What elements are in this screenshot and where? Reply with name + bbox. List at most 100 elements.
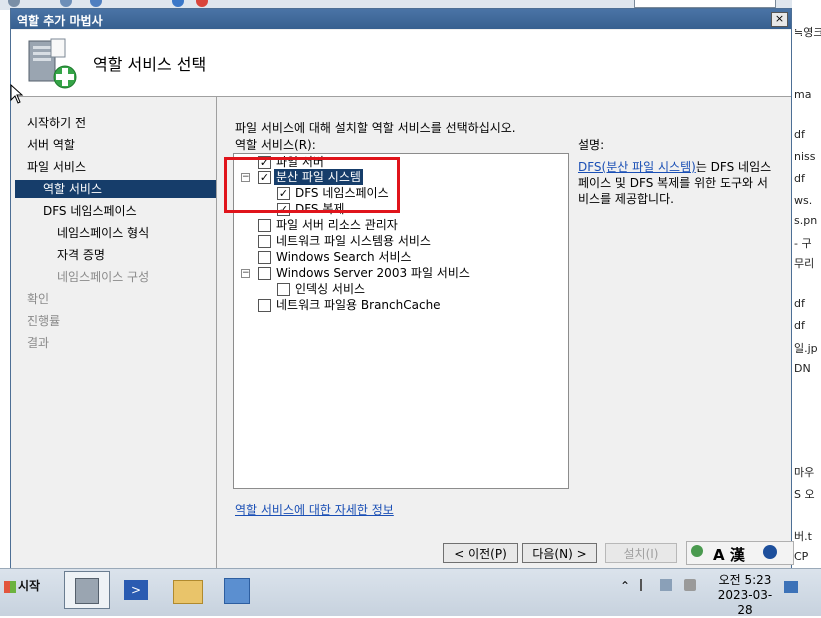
nav-step-role-services[interactable]: 역할 서비스 bbox=[15, 180, 216, 198]
page-title: 역할 서비스 선택 bbox=[93, 55, 207, 74]
service-label: 네트워크 파일 시스템용 서비스 bbox=[276, 234, 431, 248]
bg-fragment: df bbox=[794, 297, 805, 310]
clock[interactable]: 오전 5:23 2023-03-28 bbox=[716, 573, 774, 618]
bg-fragment: df bbox=[794, 319, 805, 332]
branchcache-checkbox[interactable] bbox=[258, 299, 271, 312]
windows-logo-icon bbox=[4, 580, 16, 593]
server-manager-icon bbox=[75, 578, 99, 604]
list-item-nfs[interactable]: 네트워크 파일 시스템용 서비스 bbox=[234, 233, 564, 249]
description-text: DFS(분산 파일 시스템)는 DFS 네임스페이스 및 DFS 복제를 위한 … bbox=[578, 159, 778, 207]
mouse-cursor-icon bbox=[10, 84, 24, 104]
service-label: 네트워크 파일용 BranchCache bbox=[276, 298, 441, 312]
title-bar[interactable]: 역할 추가 마법사 × bbox=[11, 9, 791, 29]
list-item-indexing-service[interactable]: 인덱싱 서비스 bbox=[234, 281, 564, 297]
background-text-box bbox=[634, 0, 776, 8]
more-info-link[interactable]: 역할 서비스에 대한 자세한 정보 bbox=[235, 501, 394, 518]
bg-fragment: ma bbox=[794, 88, 812, 101]
volume-icon[interactable] bbox=[684, 579, 696, 591]
bg-fragment: - 구 bbox=[794, 237, 812, 250]
ws2003-checkbox[interactable] bbox=[258, 267, 271, 280]
role-services-label: 역할 서비스(R): bbox=[235, 138, 316, 152]
powershell-taskbar-button[interactable]: > bbox=[114, 571, 160, 609]
bg-fragment: S 오 bbox=[794, 488, 815, 501]
next-button[interactable]: 다음(N) > bbox=[522, 543, 597, 563]
nav-step-namespace-config: 네임스페이스 구성 bbox=[57, 270, 150, 284]
instruction-text: 파일 서비스에 대해 설치할 역할 서비스를 선택하십시오. bbox=[235, 121, 516, 135]
start-label: 시작 bbox=[18, 579, 41, 593]
list-item-branchcache[interactable]: 네트워크 파일용 BranchCache bbox=[234, 297, 564, 313]
nfs-checkbox[interactable] bbox=[258, 235, 271, 248]
nav-step-credentials[interactable]: 자격 증명 bbox=[57, 246, 105, 264]
bg-fragment: ≒영크 bbox=[794, 26, 821, 39]
server-manager-taskbar-button[interactable] bbox=[64, 571, 110, 609]
nav-step-file-services[interactable]: 파일 서비스 bbox=[27, 158, 86, 176]
dfs-namespaces-checkbox[interactable] bbox=[277, 187, 290, 200]
language-bar[interactable]: A 漢 bbox=[686, 541, 794, 565]
role-services-tree[interactable]: 파일 서버 − 분산 파일 시스템 DFS 네임스페이스 DFS 복제 파일 서… bbox=[233, 153, 569, 489]
wizard-content: 파일 서비스에 대해 설치할 역할 서비스를 선택하십시오. 역할 서비스(R)… bbox=[217, 97, 791, 569]
bg-fragment: df bbox=[794, 128, 805, 141]
service-label: 파일 서버 리소스 관리자 bbox=[276, 218, 398, 232]
list-item-dfs-namespaces[interactable]: DFS 네임스페이스 bbox=[234, 185, 564, 201]
dfs-checkbox[interactable] bbox=[258, 171, 271, 184]
nav-step-dfs-namespaces[interactable]: DFS 네임스페이스 bbox=[43, 202, 137, 220]
flag-icon[interactable] bbox=[640, 579, 652, 591]
service-label: 파일 서버 bbox=[276, 155, 324, 169]
dfs-description-link[interactable]: DFS(분산 파일 시스템) bbox=[578, 160, 696, 174]
wizard-steps-nav: 시작하기 전 서버 역할 파일 서비스 역할 서비스 DFS 네임스페이스 네임… bbox=[11, 97, 217, 569]
show-hidden-icons[interactable]: ⌃ bbox=[620, 579, 630, 593]
collapse-icon[interactable]: − bbox=[241, 173, 250, 182]
clock-time: 오전 5:23 bbox=[718, 573, 772, 587]
nav-step-results: 결과 bbox=[27, 336, 50, 350]
explorer-taskbar-button[interactable] bbox=[164, 571, 210, 609]
toolbar-icon bbox=[90, 0, 102, 7]
list-item-fsrm[interactable]: 파일 서버 리소스 관리자 bbox=[234, 217, 564, 233]
bg-fragment: niss bbox=[794, 150, 816, 163]
start-button[interactable]: 시작 bbox=[4, 577, 40, 594]
window-title: 역할 추가 마법사 bbox=[17, 14, 103, 28]
network-icon[interactable] bbox=[660, 579, 672, 591]
toolbar-icon bbox=[60, 0, 72, 7]
bg-fragment: s.pn bbox=[794, 214, 818, 227]
ime-mode-text[interactable]: A 漢 bbox=[713, 544, 745, 565]
background-window: ≒영크 ma df niss df ws. s.pn - 구 무리 df df … bbox=[792, 0, 821, 615]
service-label: Windows Search 서비스 bbox=[276, 250, 412, 264]
list-item-file-server[interactable]: 파일 서버 bbox=[234, 154, 564, 170]
collapse-icon[interactable]: − bbox=[241, 269, 250, 278]
previous-button[interactable]: < 이전(P) bbox=[443, 543, 518, 563]
service-label: Windows Server 2003 파일 서비스 bbox=[276, 266, 470, 280]
nav-step-namespace-type[interactable]: 네임스페이스 형식 bbox=[57, 224, 149, 242]
list-item-windows-search[interactable]: Windows Search 서비스 bbox=[234, 249, 564, 265]
list-item-dfs[interactable]: − 분산 파일 시스템 bbox=[234, 169, 564, 185]
nav-step-server-roles[interactable]: 서버 역할 bbox=[27, 136, 75, 154]
close-button[interactable]: × bbox=[771, 12, 788, 27]
install-button: 설치(I) bbox=[605, 543, 677, 563]
toolbar-icon bbox=[196, 0, 208, 7]
toolbar-icon bbox=[172, 0, 184, 7]
help-icon[interactable] bbox=[763, 545, 777, 559]
description-label: 설명: bbox=[578, 138, 605, 152]
list-item-ws2003-file-services[interactable]: − Windows Server 2003 파일 서비스 bbox=[234, 265, 564, 281]
bg-fragment: df bbox=[794, 172, 805, 185]
fsrm-checkbox[interactable] bbox=[258, 219, 271, 232]
dfs-replication-checkbox[interactable] bbox=[277, 203, 290, 216]
bg-fragment: DN bbox=[794, 362, 811, 375]
windows-search-checkbox[interactable] bbox=[258, 251, 271, 264]
powershell-icon: > bbox=[124, 580, 148, 600]
bg-fragment: 일.jp bbox=[794, 342, 818, 355]
nav-step-before-you-begin[interactable]: 시작하기 전 bbox=[27, 114, 86, 132]
indexing-checkbox[interactable] bbox=[277, 283, 290, 296]
toolbar-icon bbox=[8, 0, 20, 7]
service-label: 인덱싱 서비스 bbox=[295, 282, 366, 296]
bg-fragment: ws. bbox=[794, 194, 813, 207]
show-desktop-button[interactable] bbox=[784, 581, 798, 593]
service-label: 분산 파일 시스템 bbox=[274, 169, 363, 185]
service-label: DFS 네임스페이스 bbox=[295, 186, 389, 200]
control-panel-icon bbox=[224, 578, 250, 604]
control-panel-taskbar-button[interactable] bbox=[214, 571, 260, 609]
bg-fragment: 무리 bbox=[794, 257, 815, 270]
file-server-checkbox[interactable] bbox=[258, 156, 271, 169]
nav-step-confirmation: 확인 bbox=[27, 292, 50, 306]
wizard-header: 역할 서비스 선택 bbox=[11, 30, 791, 97]
list-item-dfs-replication[interactable]: DFS 복제 bbox=[234, 201, 564, 217]
